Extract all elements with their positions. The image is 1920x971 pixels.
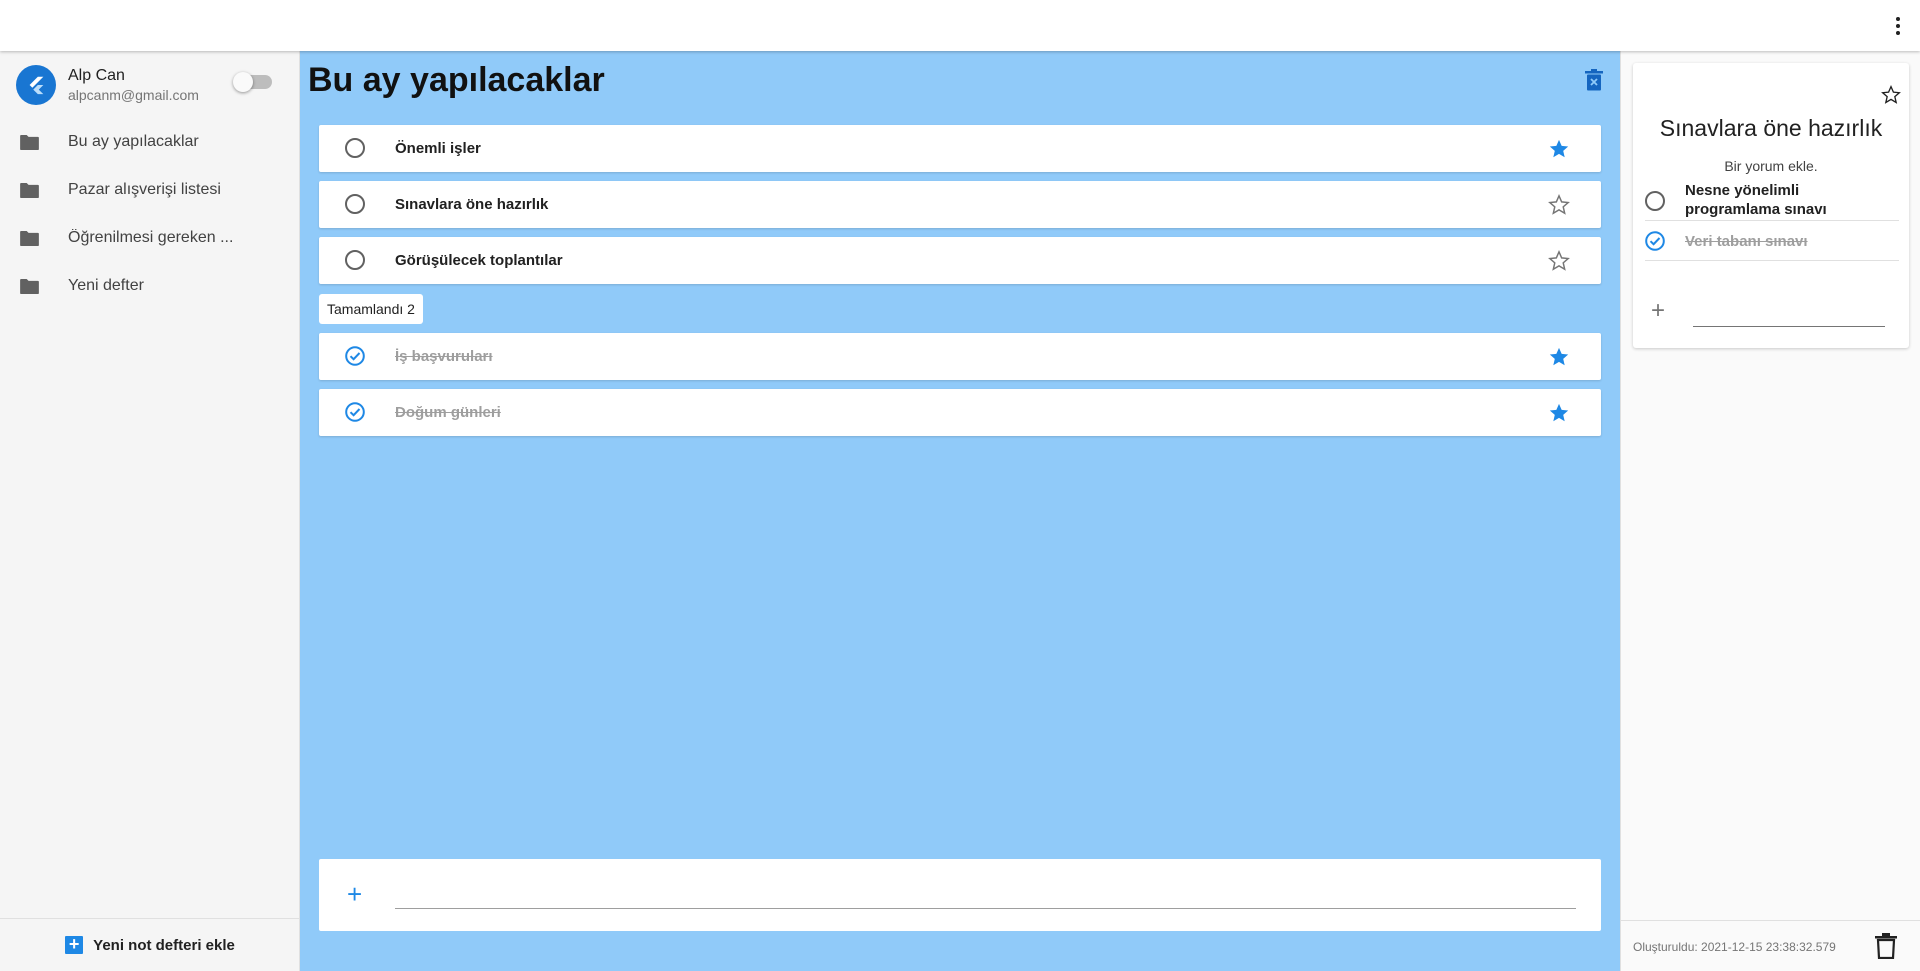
new-subtask-input[interactable] (1693, 301, 1885, 327)
avatar (16, 65, 56, 105)
subtask-label: Nesne yönelimli programlama sınavı (1685, 182, 1827, 218)
completed-count-chip[interactable]: Tamamlandı 2 (319, 294, 423, 324)
new-task-input[interactable] (395, 879, 1576, 909)
delete-notebook-icon[interactable] (1585, 69, 1603, 91)
sidebar-item-ogrenilmesi[interactable]: Öğrenilmesi gereken ... (0, 215, 300, 263)
star-filled-icon[interactable] (1548, 402, 1570, 424)
more-vert-icon[interactable] (1886, 12, 1910, 40)
star-outline-icon[interactable] (1881, 85, 1901, 105)
sidebar-item-pazar[interactable]: Pazar alışverişi listesi (0, 167, 300, 215)
add-subtask-icon[interactable]: + (1651, 299, 1665, 323)
sidebar-item-label: Bu ay yapılacaklar (68, 133, 199, 150)
top-app-bar (0, 0, 1920, 51)
task-label: Doğum günleri (395, 404, 501, 421)
folder-icon (20, 135, 39, 150)
add-icon[interactable]: + (347, 881, 362, 907)
incomplete-circle-icon[interactable] (345, 194, 365, 214)
check-circle-icon[interactable] (1645, 231, 1665, 251)
subtask-label: Veri tabanı sınavı (1685, 233, 1808, 250)
incomplete-circle-icon[interactable] (1645, 191, 1665, 211)
folder-icon (20, 279, 39, 294)
sidebar-item-label: Öğrenilmesi gereken ... (68, 229, 234, 246)
detail-footer: Oluşturuldu: 2021-12-15 23:38:32.579 (1621, 920, 1920, 971)
sidebar-item-label: Pazar alışverişi listesi (68, 181, 221, 198)
task-label: Görüşülecek toplantılar (395, 252, 563, 269)
subtask-row[interactable]: Nesne yönelimli programlama sınavı (1645, 181, 1899, 221)
task-list-panel: Bu ay yapılacaklar Önemli işler Sınavlar… (300, 51, 1620, 971)
star-outline-icon[interactable] (1548, 194, 1570, 216)
task-detail-title: Sınavlara öne hazırlık (1659, 115, 1883, 141)
star-filled-icon[interactable] (1548, 138, 1570, 160)
sidebar-item-label: Yeni defter (68, 277, 144, 294)
incomplete-circle-icon[interactable] (345, 138, 365, 158)
user-profile: Alp Can alpcanm@gmail.com (16, 63, 286, 105)
check-circle-icon[interactable] (345, 346, 365, 366)
task-row-completed[interactable]: Doğum günleri (319, 389, 1601, 436)
star-filled-icon[interactable] (1548, 346, 1570, 368)
task-row[interactable]: Sınavlara öne hazırlık (319, 181, 1601, 228)
theme-toggle[interactable] (233, 72, 272, 92)
user-email: alpcanm@gmail.com (68, 87, 199, 103)
page-title: Bu ay yapılacaklar (308, 61, 605, 99)
task-row[interactable]: Önemli işler (319, 125, 1601, 172)
task-label: Önemli işler (395, 140, 481, 157)
sidebar: Alp Can alpcanm@gmail.com Bu ay yapılaca… (0, 51, 300, 971)
delete-task-icon[interactable] (1875, 933, 1897, 959)
add-box-icon: + (65, 935, 84, 954)
flutter-logo-icon (29, 76, 44, 95)
folder-icon (20, 183, 39, 198)
comment-field[interactable]: Bir yorum ekle. (1633, 158, 1909, 174)
sidebar-item-bu-ay[interactable]: Bu ay yapılacaklar (0, 119, 300, 167)
subtask-row[interactable]: Veri tabanı sınavı (1645, 225, 1899, 261)
created-timestamp: Oluşturuldu: 2021-12-15 23:38:32.579 (1633, 940, 1836, 954)
task-detail-panel: Sınavlara öne hazırlık Bir yorum ekle. N… (1620, 51, 1920, 971)
task-row[interactable]: Görüşülecek toplantılar (319, 237, 1601, 284)
add-task-bar: + (319, 859, 1601, 931)
star-outline-icon[interactable] (1548, 250, 1570, 272)
task-row-completed[interactable]: İş başvuruları (319, 333, 1601, 380)
task-label: İş başvuruları (395, 348, 493, 365)
incomplete-circle-icon[interactable] (345, 250, 365, 270)
check-circle-icon[interactable] (345, 402, 365, 422)
sidebar-item-yeni-defter[interactable]: Yeni defter (0, 263, 300, 311)
user-name: Alp Can (68, 67, 125, 84)
add-notebook-button[interactable]: + Yeni not defteri ekle (0, 918, 300, 971)
task-detail-card: Sınavlara öne hazırlık Bir yorum ekle. N… (1633, 63, 1909, 348)
folder-icon (20, 231, 39, 246)
task-label: Sınavlara öne hazırlık (395, 196, 549, 213)
notebook-list: Bu ay yapılacaklar Pazar alışverişi list… (0, 119, 300, 311)
add-notebook-label: Yeni not defteri ekle (93, 936, 235, 954)
